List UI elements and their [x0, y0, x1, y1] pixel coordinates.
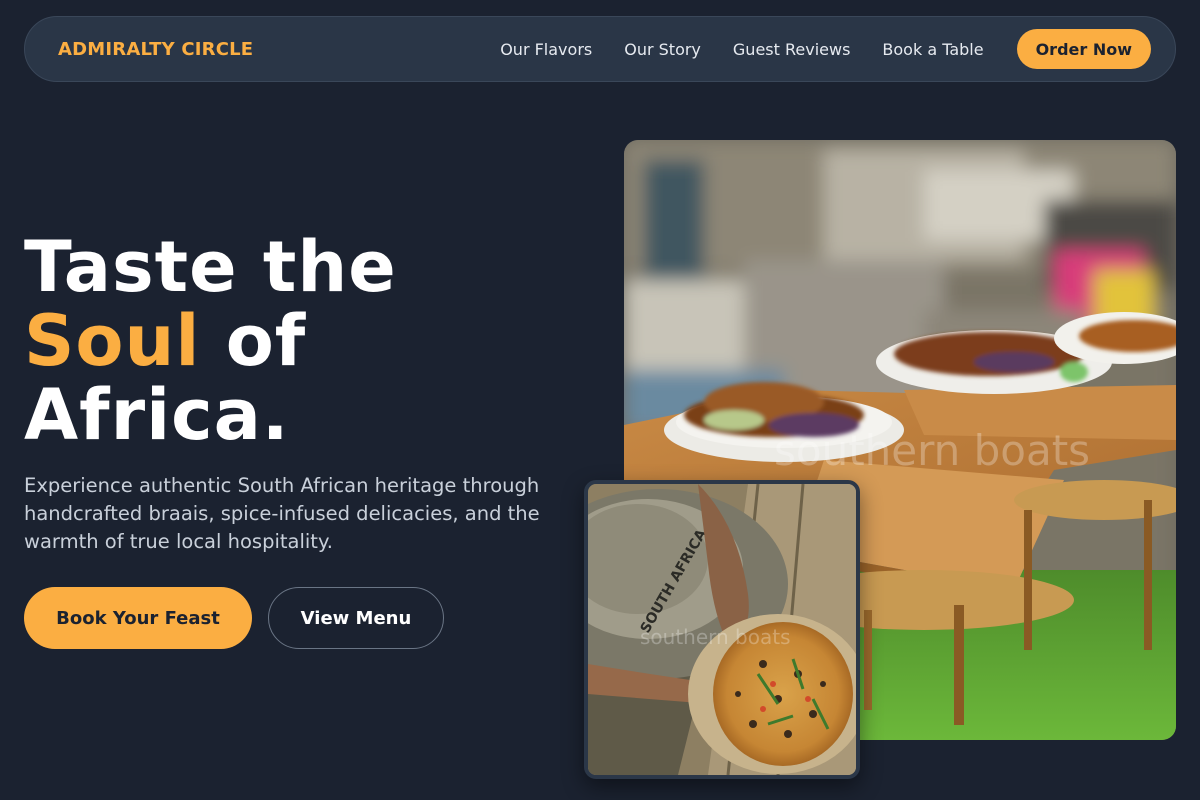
nav-link-guest-reviews[interactable]: Guest Reviews	[733, 40, 851, 59]
nav-links: Our Flavors Our Story Guest Reviews Book…	[500, 29, 1151, 69]
book-your-feast-button[interactable]: Book Your Feast	[24, 587, 252, 649]
brand-logo[interactable]: ADMIRALTY CIRCLE	[58, 39, 253, 60]
hero-title-line1: Taste the	[24, 226, 397, 308]
hero-description: Experience authentic South African herit…	[24, 474, 540, 553]
nav-link-book-a-table[interactable]: Book a Table	[882, 40, 983, 59]
small-photo-watermark: southern boats	[640, 625, 791, 649]
view-menu-button[interactable]: View Menu	[268, 587, 444, 649]
nav-link-our-flavors[interactable]: Our Flavors	[500, 40, 592, 59]
hero-title-accent: Soul	[24, 300, 201, 382]
main-photo-watermark: southern boats	[774, 426, 1090, 475]
hero-title-line3: Africa.	[24, 374, 290, 456]
nav-link-our-story[interactable]: Our Story	[624, 40, 701, 59]
pizza-photo: SOUTH AFRICA southern boats	[584, 480, 860, 779]
order-now-button[interactable]: Order Now	[1016, 29, 1151, 69]
hero-title: Taste the Soul of Africa.	[24, 230, 397, 452]
top-navbar: ADMIRALTY CIRCLE Our Flavors Our Story G…	[24, 16, 1176, 82]
pizza-photo-illustration: SOUTH AFRICA southern boats	[588, 484, 856, 775]
hero-title-line2: of	[225, 300, 307, 382]
